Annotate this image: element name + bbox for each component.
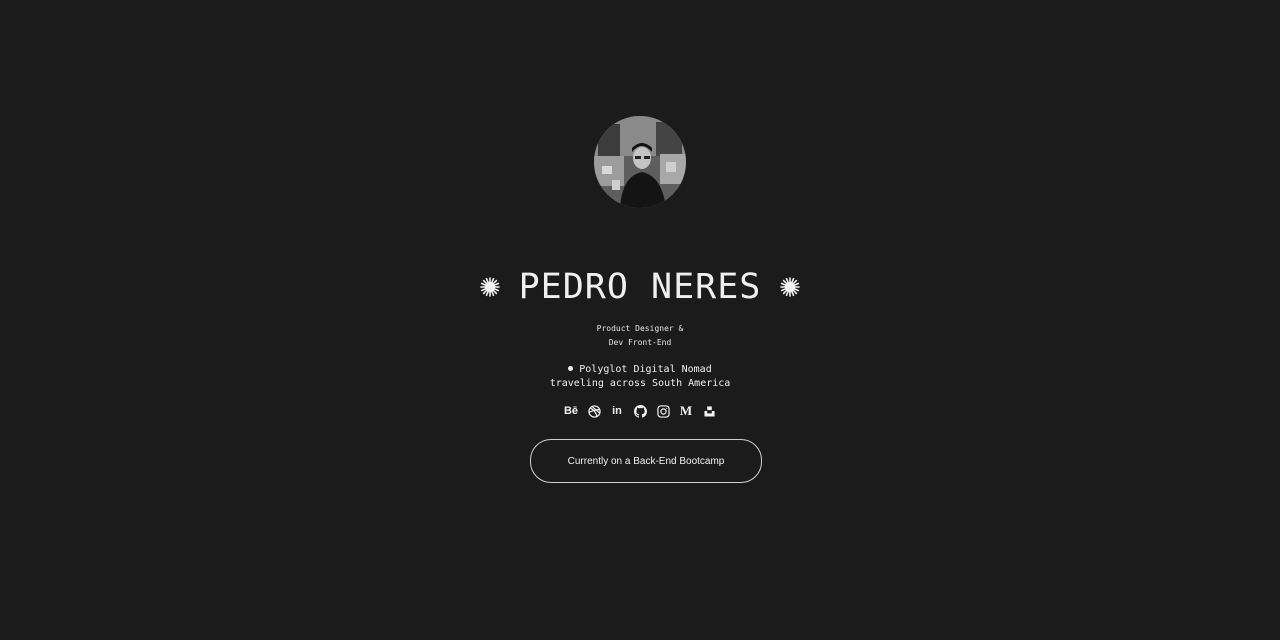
name-heading-row: PEDRO NERES	[0, 262, 1280, 312]
medium-icon[interactable]: M	[679, 403, 693, 419]
github-icon[interactable]	[633, 403, 647, 419]
role-line: Product Designer &	[596, 324, 684, 333]
bootcamp-status-button[interactable]: Currently on a Back-End Bootcamp	[530, 439, 762, 483]
instagram-icon[interactable]	[656, 403, 670, 419]
dribbble-icon[interactable]	[587, 403, 601, 419]
profile-photo	[594, 116, 686, 208]
behance-icon[interactable]: Bē	[564, 403, 578, 419]
role-description: Product Designer & Dev Front-End	[0, 322, 1280, 350]
tagline-line: traveling across South America	[549, 378, 731, 389]
tagline-line: Polyglot Digital Nomad	[579, 364, 712, 375]
linkedin-icon[interactable]: in	[610, 403, 624, 419]
starburst-icon	[479, 277, 500, 297]
bullet-dot-icon	[568, 366, 574, 371]
tagline: Polyglot Digital Nomad traveling across …	[0, 363, 1280, 391]
role-line: Dev Front-End	[608, 338, 672, 347]
social-links: Bē in M	[0, 403, 1280, 419]
starburst-icon	[780, 277, 801, 297]
page-title: PEDRO NERES	[518, 267, 762, 307]
page: PEDRO NERES Product Designer & Dev Front…	[0, 0, 1280, 640]
unsplash-icon[interactable]	[702, 403, 716, 419]
